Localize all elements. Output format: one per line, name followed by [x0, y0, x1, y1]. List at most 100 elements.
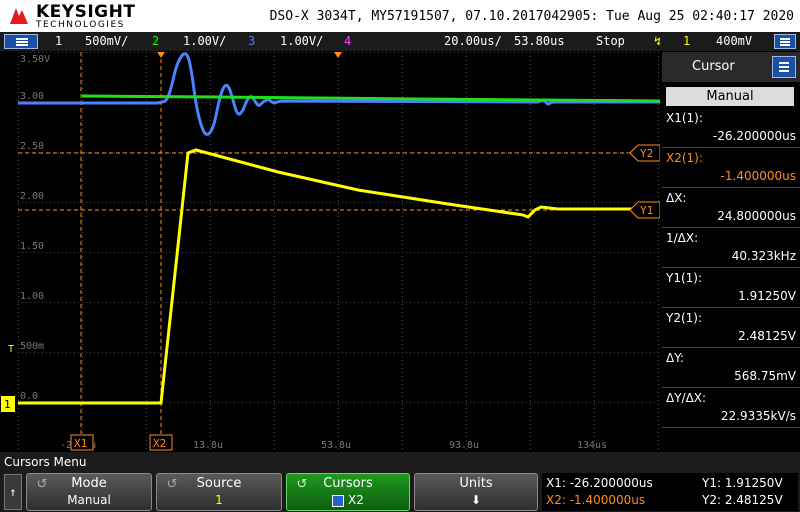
- x2-cursor-label[interactable]: X2: [149, 434, 173, 451]
- readout-label: X1(1):: [666, 111, 703, 125]
- x-label: 53.8u: [321, 440, 351, 451]
- submenu-arrow-icon: ⬇: [470, 493, 482, 507]
- y-label: 2.00: [20, 191, 44, 202]
- readout-slope: ΔY/ΔX: 22.9335kV/s: [662, 388, 800, 428]
- menu-icon-line: [780, 38, 790, 40]
- readout-x1: X1(1): -26.200000us: [662, 108, 800, 148]
- waveform-display[interactable]: 3.50V 3.00 2.50 2.00 1.50 1.00 500m 0.0 …: [18, 52, 660, 451]
- readout-value: 40.323kHz: [731, 249, 796, 263]
- trigger-level-marker: T: [8, 344, 14, 355]
- channel-1-scale[interactable]: 500mV/: [85, 32, 128, 51]
- cursor-mode-display[interactable]: Manual: [666, 87, 794, 106]
- side-panel-menu-button[interactable]: [772, 56, 796, 78]
- side-panel-header: Cursor: [662, 52, 800, 82]
- readout-value: -26.200000us: [712, 129, 796, 143]
- softkey-title: Source: [196, 476, 242, 491]
- menu-icon-line: [16, 41, 28, 43]
- keysight-wave-icon: [10, 8, 28, 24]
- units-softkey[interactable]: Units ⬇: [414, 473, 538, 511]
- readout-value: 568.75mV: [734, 369, 796, 383]
- cursors-softkey[interactable]: ↺ Cursors X2: [286, 473, 410, 511]
- keysight-logo: KEYSIGHT TECHNOLOGIES: [8, 2, 138, 30]
- trigger-channel[interactable]: 1: [683, 32, 690, 51]
- channel-4-number[interactable]: 4: [344, 32, 351, 51]
- trigger-position-marker: [157, 52, 165, 58]
- trigger-level[interactable]: 400mV: [716, 32, 752, 51]
- softkey-value-group: X2: [287, 493, 409, 507]
- svg-text:Y1: Y1: [640, 204, 653, 217]
- menu-title: Cursors Menu: [4, 455, 87, 469]
- channel-1-number[interactable]: 1: [55, 32, 62, 51]
- selected-square-icon: [332, 494, 345, 507]
- x1-cursor-label[interactable]: X1: [70, 434, 94, 451]
- readout-label: 1/ΔX:: [666, 231, 699, 245]
- left-marker-svg: T 1: [1, 344, 15, 412]
- readout-y2: Y2(1): 2.48125V: [662, 308, 800, 348]
- status-bar: 1 500mV/ 2 1.00V/ 3 1.00V/ 4 20.00us/ 53…: [0, 32, 800, 51]
- menu-icon-line: [780, 44, 790, 46]
- readout-value: 2.48125V: [738, 329, 796, 343]
- softkey-value: 1: [215, 493, 223, 507]
- readout-value: 1.91250V: [738, 289, 796, 303]
- channel-1-trace: [18, 148, 636, 405]
- readout-y1: Y1(1): 1.91250V: [662, 268, 800, 308]
- readout-value: 24.800000us: [717, 209, 796, 223]
- main-menu-button[interactable]: [4, 34, 38, 49]
- channel-3-number[interactable]: 3: [248, 32, 255, 51]
- readout-label: Y2(1):: [666, 311, 703, 325]
- menu-icon-line: [780, 41, 790, 43]
- x-label: 93.8u: [449, 440, 479, 451]
- softkey-value: X2: [347, 493, 364, 507]
- readout-y1-text: Y1: 1.91250V: [702, 476, 783, 490]
- y-label: 1.00: [20, 291, 44, 302]
- y-axis-labels: 3.50V 3.00 2.50 2.00 1.50 1.00 500m 0.0: [20, 54, 50, 402]
- y2-cursor-label[interactable]: Y2: [629, 144, 660, 162]
- y-label: 0.0: [20, 391, 38, 402]
- y-label: 1.50: [20, 241, 44, 252]
- softkey-title: Cursors: [323, 476, 373, 491]
- x-axis-labels: -26.2u 13.8u 53.8u 93.8u 134us: [60, 440, 607, 451]
- readout-value: -1.400000us: [720, 169, 796, 183]
- y1-cursor-label[interactable]: Y1: [629, 201, 660, 219]
- back-button[interactable]: ↑: [4, 474, 22, 510]
- graticule: [18, 52, 659, 451]
- softkey-bar: Cursors Menu ↑ ↺ Mode Manual ↺ Source 1 …: [0, 452, 800, 512]
- readout-delta-y: ΔY: 568.75mV: [662, 348, 800, 388]
- run-state[interactable]: Stop: [596, 32, 625, 51]
- source-softkey[interactable]: ↺ Source 1: [156, 473, 282, 511]
- menu-icon-line: [16, 44, 28, 46]
- menu-icon-line: [779, 66, 789, 68]
- menu-icon-line: [779, 70, 789, 72]
- channel-1-ground-label: 1: [4, 398, 11, 411]
- instrument-title: DSO-X 3034T, MY57191507, 07.10.201704290…: [269, 9, 794, 24]
- readout-y2-text: Y2: 2.48125V: [702, 493, 783, 507]
- delay-marker: [334, 52, 342, 58]
- menu-icon-line: [16, 38, 28, 40]
- readout-label: Y1(1):: [666, 271, 703, 285]
- readout-label: ΔY:: [666, 351, 684, 365]
- softkey-title: Units: [459, 476, 493, 491]
- channel-2-number[interactable]: 2: [152, 32, 159, 51]
- channel-2-scale[interactable]: 1.00V/: [183, 32, 226, 51]
- left-marker-strip: T 1: [0, 52, 18, 452]
- softkey-value: Manual: [67, 493, 111, 507]
- readout-x1-text: X1: -26.200000us: [546, 476, 653, 490]
- channel-3-scale[interactable]: 1.00V/: [280, 32, 323, 51]
- cursor-side-panel: Cursor Manual X1(1): -26.200000us X2(1):…: [662, 52, 800, 452]
- brand-subtitle: TECHNOLOGIES: [36, 20, 125, 30]
- timebase-scale[interactable]: 20.00us/: [444, 32, 502, 51]
- readout-value: 22.9335kV/s: [720, 409, 796, 423]
- readout-inverse-delta-x: 1/ΔX: 40.323kHz: [662, 228, 800, 268]
- readout-label: ΔY/ΔX:: [666, 391, 707, 405]
- trigger-edge-icon: ↯: [654, 34, 662, 48]
- y-label: 3.00: [20, 91, 44, 102]
- help-menu-button[interactable]: [774, 34, 796, 49]
- readout-label: X2(1):: [666, 151, 703, 165]
- title-bar: KEYSIGHT TECHNOLOGIES DSO-X 3034T, MY571…: [0, 0, 800, 32]
- x-label: 13.8u: [193, 440, 223, 451]
- mode-softkey[interactable]: ↺ Mode Manual: [26, 473, 152, 511]
- horizontal-delay[interactable]: 53.80us: [514, 32, 565, 51]
- side-panel-title: Cursor: [692, 59, 735, 74]
- readout-label: ΔX:: [666, 191, 687, 205]
- softkey-title: Mode: [71, 476, 107, 491]
